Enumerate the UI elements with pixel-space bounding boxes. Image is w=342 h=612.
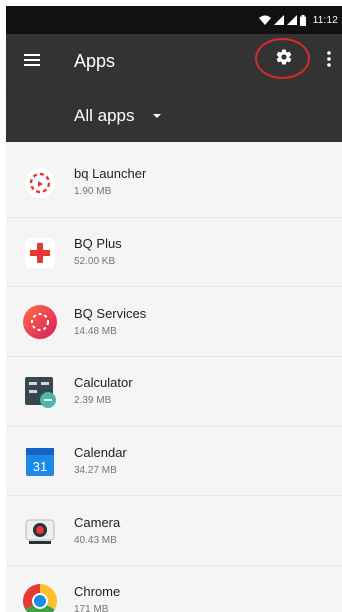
calculator-icon [22,374,58,410]
bq-services-icon [22,304,58,340]
phone-screen: 11:12 Apps All apps bq Launcher 1.90 MB … [6,6,342,612]
page-title: Apps [74,51,116,71]
status-bar: 11:12 [6,6,342,34]
app-item-camera[interactable]: Camera 40.43 MB [6,496,342,566]
bq-plus-icon [22,235,58,271]
app-size: 1.90 MB [74,186,112,198]
app-name: BQ Plus [74,236,122,252]
app-item-calendar[interactable]: 31 Calendar 34.27 MB [6,427,342,497]
overflow-menu-button[interactable] [322,46,336,76]
chrome-icon [22,583,58,612]
calendar-icon: 31 [22,444,58,480]
gear-icon [275,48,293,71]
app-name: Calculator [74,375,133,391]
more-vertical-icon [327,50,331,72]
filter-bar: All apps [6,89,342,142]
settings-button[interactable] [255,38,312,81]
app-size: 171 MB [74,604,109,612]
app-item-calculator[interactable]: Calculator 2.39 MB [6,357,342,427]
filter-label: All apps [74,106,135,125]
clock: 11:12 [312,14,338,26]
hamburger-menu-button[interactable] [6,34,58,89]
wifi-icon [258,15,271,25]
app-item-chrome[interactable]: Chrome 171 MB [6,566,342,612]
app-size: 40.43 MB [74,534,117,546]
app-name: Calendar [74,445,127,461]
app-size: 34.27 MB [74,465,117,477]
battery-icon [299,14,306,26]
calendar-icon-number: 31 [33,459,47,474]
app-size: 52.00 KB [74,256,116,268]
app-list: bq Launcher 1.90 MB BQ Plus 52.00 KB BQ … [6,148,342,612]
app-item-bq-services[interactable]: BQ Services 14.48 MB [6,287,342,357]
app-name: bq Launcher [74,166,147,182]
app-item-bq-launcher[interactable]: bq Launcher 1.90 MB [6,148,342,218]
app-bar: Apps [6,34,342,89]
bq-launcher-icon [22,165,58,201]
dropdown-arrow-icon [153,114,162,118]
signal-icon [286,15,297,25]
hamburger-menu-icon [24,53,40,71]
app-name: BQ Services [74,305,147,321]
apps-filter-dropdown[interactable]: All apps [74,96,162,136]
app-name: Chrome [74,584,121,600]
app-size: 14.48 MB [74,325,117,337]
signal-icon [273,15,284,25]
status-icons [258,14,306,26]
app-size: 2.39 MB [74,395,112,407]
app-name: Camera [74,514,121,530]
camera-icon [22,513,58,549]
app-item-bq-plus[interactable]: BQ Plus 52.00 KB [6,218,342,288]
